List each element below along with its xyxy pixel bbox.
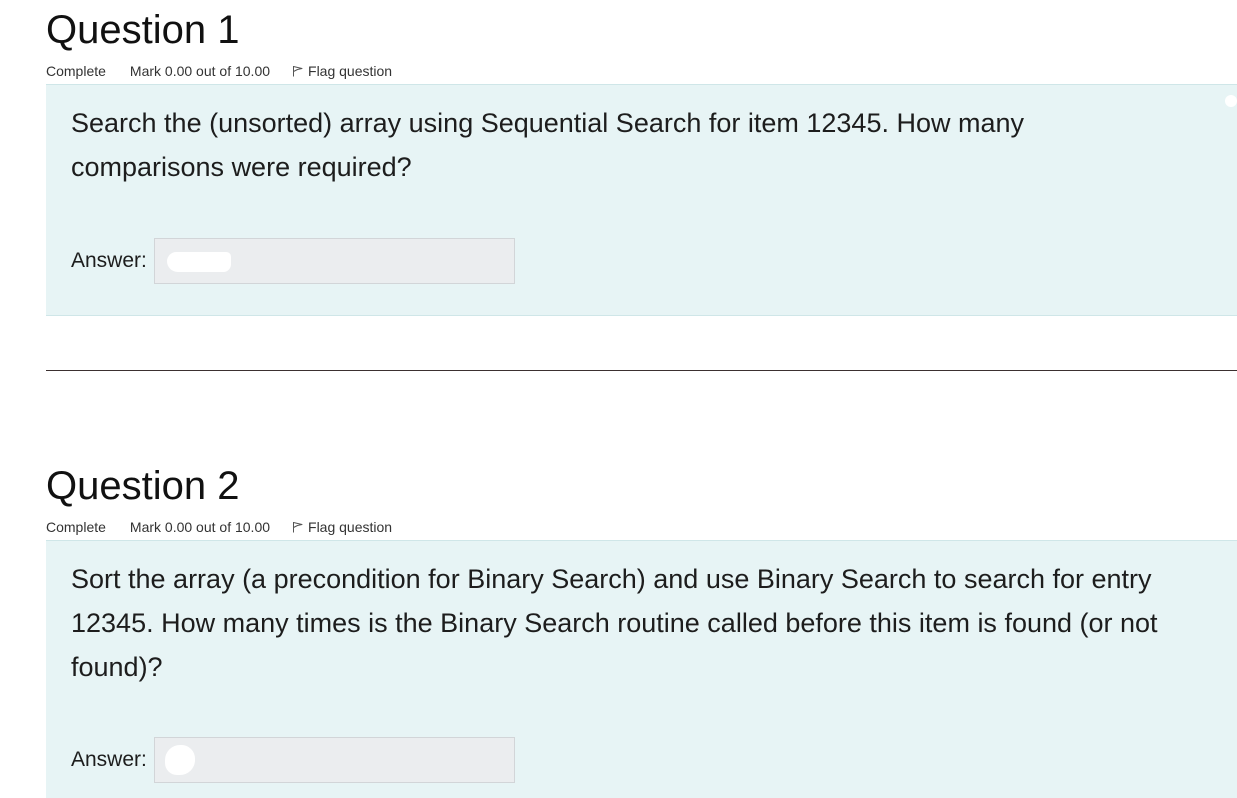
flag-question-label: Flag question [308, 519, 393, 535]
question-grade: Mark 0.00 out of 10.00 [129, 519, 271, 535]
question-grade: Mark 0.00 out of 10.00 [129, 63, 271, 79]
question-formulation: Sort the array (a precondition for Binar… [46, 540, 1237, 798]
question-formulation: Search the (unsorted) array using Sequen… [46, 84, 1237, 316]
flag-question-label: Flag question [308, 63, 393, 79]
quiz-review-page: Question 1 Complete Mark 0.00 out of 10.… [0, 0, 1237, 798]
flag-question-link[interactable]: Flag question [292, 518, 392, 536]
flag-icon [293, 522, 303, 533]
flag-icon [293, 66, 303, 77]
corner-marker [1225, 95, 1237, 107]
question-title: Question 1 [46, 8, 240, 52]
answer-row: Answer: [71, 737, 515, 783]
redacted-answer [166, 252, 231, 272]
redacted-answer [164, 745, 195, 775]
flag-question-link[interactable]: Flag question [292, 62, 392, 80]
answer-label: Answer: [71, 249, 147, 272]
answer-field[interactable] [153, 238, 515, 284]
question-text: Sort the array (a precondition for Binar… [71, 564, 1158, 682]
question-divider [46, 370, 1237, 371]
answer-field[interactable] [153, 737, 515, 783]
question-state: Complete [46, 519, 106, 535]
question-info: Complete Mark 0.00 out of 10.00 Flag que… [46, 62, 392, 80]
answer-label: Answer: [71, 748, 147, 771]
answer-row: Answer: [71, 238, 515, 284]
question-info: Complete Mark 0.00 out of 10.00 Flag que… [46, 518, 392, 536]
question-title: Question 2 [46, 464, 240, 508]
question-text: Search the (unsorted) array using Sequen… [71, 108, 1025, 182]
question-state: Complete [46, 63, 106, 79]
